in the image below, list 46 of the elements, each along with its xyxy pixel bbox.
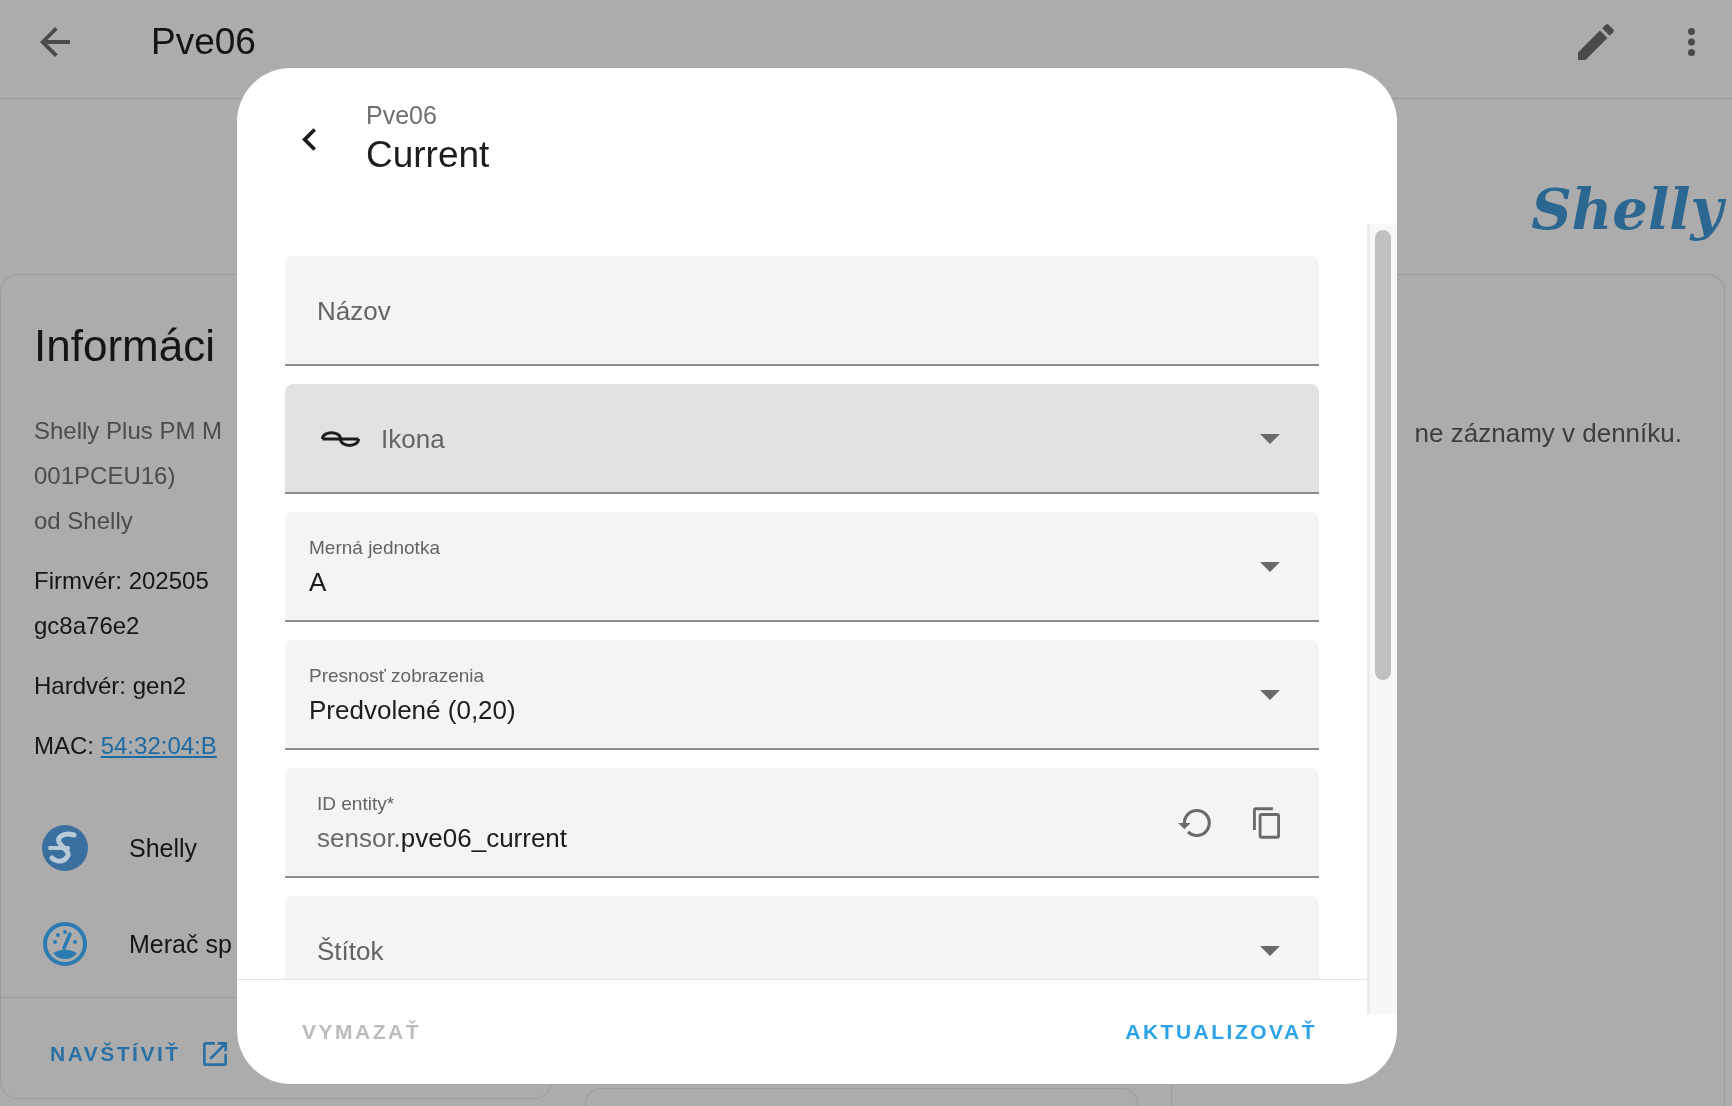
input-field[interactable]: ID entity* sensor.pve06_current	[285, 768, 1319, 878]
hardware-text: Hardvér: gen2	[34, 671, 187, 701]
device-link-item[interactable]: Shelly	[34, 800, 198, 896]
caret-down-icon	[1260, 562, 1280, 572]
firmware-text: gc8a76e2	[34, 611, 140, 641]
field-label: ID entity*	[317, 792, 395, 816]
dialog-title: Current	[366, 133, 490, 177]
field-value: A	[309, 566, 327, 598]
scrollbar-track[interactable]	[1367, 224, 1397, 1014]
copy-icon	[1252, 807, 1280, 839]
model-text: Shelly Plus PM M	[34, 416, 223, 446]
scrollbar-thumb[interactable]	[1375, 230, 1391, 680]
card-title: Informáci	[34, 320, 215, 372]
field-label: Presnosť zobrazenia	[309, 664, 485, 688]
dialog-button[interactable]: AKTUALIZOVAŤ	[1109, 1008, 1333, 1056]
restore-icon	[1177, 809, 1211, 837]
mac-text: MAC: 54:32:04:B	[34, 731, 217, 761]
select-field[interactable]: Presnosť zobrazenia Predvolené (0,20)	[285, 640, 1319, 750]
caret-down-icon	[1260, 434, 1280, 444]
text-field[interactable]: Názov	[285, 256, 1319, 366]
icon-picker-field[interactable]: Ikona	[285, 384, 1319, 494]
gauge-icon	[41, 920, 89, 968]
model-text: od Shelly	[34, 506, 133, 536]
field-value: Predvolené (0,20)	[309, 694, 516, 726]
field-value: sensor.pve06_current	[317, 822, 568, 854]
s-emblem-icon	[41, 824, 89, 872]
select-field[interactable]: Štítok	[285, 896, 1319, 979]
pencil-icon	[1578, 24, 1614, 60]
device-link-item[interactable]: Merač sp	[34, 896, 232, 992]
field-label: Názov	[317, 296, 391, 326]
empty-message: ne záznamy v denníku.	[1414, 417, 1682, 450]
wave-icon	[320, 429, 361, 449]
more-icon	[1687, 28, 1695, 56]
caret-down-icon	[1260, 690, 1280, 700]
dialog-subtitle: Pve06	[366, 100, 437, 130]
select-field[interactable]: Merná jednotka A	[285, 512, 1319, 622]
model-text: 001PCEU16)	[34, 461, 176, 491]
field-label: Štítok	[317, 936, 384, 966]
caret-down-icon	[1260, 946, 1280, 956]
chevron-left-icon	[302, 127, 316, 151]
external-link-icon	[202, 1042, 227, 1066]
firmware-text: Firmvér: 202505	[34, 566, 209, 596]
page-title: Pve06	[151, 20, 256, 64]
field-label: Ikona	[381, 424, 445, 454]
arrow-left-icon	[40, 27, 70, 57]
field-label: Merná jednotka	[309, 536, 440, 560]
